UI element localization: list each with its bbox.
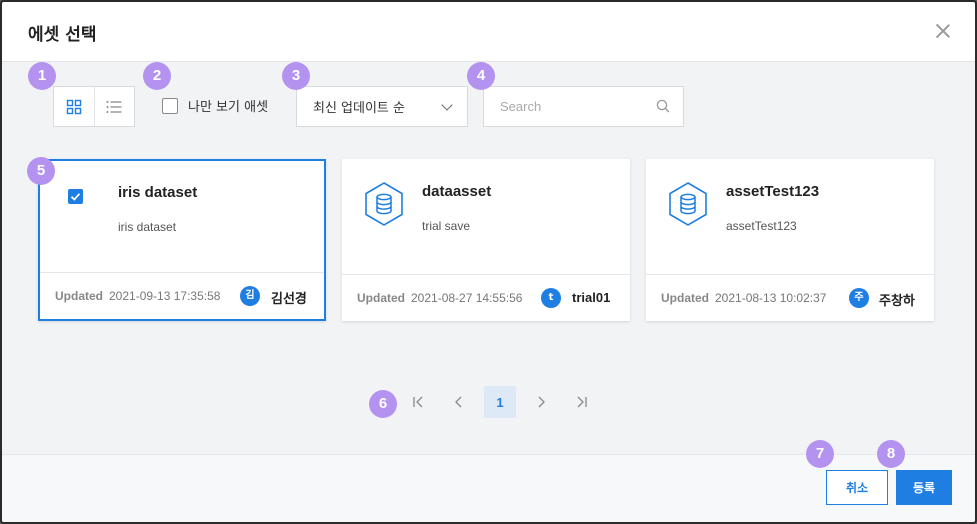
- page-number-button[interactable]: 1: [484, 386, 516, 418]
- updated-time: 2021-08-27 14:55:56: [411, 291, 523, 305]
- card-checkbox-checked[interactable]: [68, 189, 83, 204]
- card-title: iris dataset: [118, 184, 198, 201]
- avatar: t: [541, 288, 561, 308]
- card-footer: Updated 2021-08-27 14:55:56 t trial01: [342, 274, 630, 321]
- asset-select-dialog: 에셋 선택 1 2 3 4 5 6 7 8 나만 보기 애셋 최신 업데이트 순…: [0, 0, 977, 524]
- updated-label: Updated: [357, 291, 405, 305]
- annotation-badge-7: 7: [806, 440, 834, 468]
- dialog-title: 에셋 선택: [28, 25, 97, 45]
- updated-label: Updated: [55, 289, 103, 303]
- cancel-button[interactable]: 취소: [826, 470, 888, 505]
- annotation-badge-8: 8: [877, 440, 905, 468]
- sort-selected-value: 최신 업데이트 순: [313, 101, 405, 116]
- card-description: assetTest123: [726, 219, 797, 233]
- annotation-badge-1: 1: [28, 62, 56, 90]
- search-box: [483, 86, 684, 127]
- owner-name: 주창하: [879, 294, 915, 309]
- database-hex-icon: [365, 182, 403, 226]
- card-title: assetTest123: [726, 183, 820, 200]
- sort-select[interactable]: 최신 업데이트 순: [296, 86, 468, 127]
- asset-card[interactable]: dataasset trial save Updated 2021-08-27 …: [342, 159, 630, 321]
- annotation-badge-2: 2: [143, 62, 171, 90]
- database-hex-icon: [669, 182, 707, 226]
- annotation-badge-5: 5: [27, 157, 55, 185]
- updated-time: 2021-09-13 17:35:58: [109, 289, 221, 303]
- avatar: 김: [240, 286, 260, 306]
- card-description: trial save: [422, 219, 471, 233]
- close-icon[interactable]: [933, 21, 953, 41]
- card-footer: Updated 2021-08-13 10:02:37 주 주창하: [646, 274, 934, 321]
- list-icon: [106, 100, 122, 113]
- first-page-button[interactable]: [402, 386, 434, 418]
- card-title: dataasset: [422, 183, 492, 200]
- chevron-down-icon: [441, 99, 453, 111]
- dialog-header: 에셋 선택: [2, 2, 975, 62]
- chevron-right-icon: [538, 396, 545, 408]
- view-mode-toggle: [53, 86, 135, 127]
- annotation-badge-4: 4: [467, 62, 495, 90]
- avatar: 주: [849, 288, 869, 308]
- updated-time: 2021-08-13 10:02:37: [715, 291, 827, 305]
- chevron-left-icon: [455, 396, 462, 408]
- card-description: iris dataset: [118, 220, 177, 234]
- owner-name: 김선경: [271, 292, 307, 307]
- submit-button[interactable]: 등록: [896, 470, 952, 505]
- prev-page-button[interactable]: [443, 386, 475, 418]
- updated-label: Updated: [661, 291, 709, 305]
- card-footer: Updated 2021-09-13 17:35:58 김 김선경: [40, 272, 324, 319]
- check-icon: [70, 193, 81, 201]
- last-page-icon: [577, 396, 587, 408]
- asset-card[interactable]: assetTest123 assetTest123 Updated 2021-0…: [646, 159, 934, 321]
- first-page-icon: [413, 396, 423, 408]
- annotation-badge-3: 3: [282, 62, 310, 90]
- mine-only-checkbox[interactable]: [162, 97, 178, 114]
- pagination: 1: [402, 386, 607, 418]
- last-page-button[interactable]: [566, 386, 598, 418]
- owner-name: trial01: [572, 290, 611, 305]
- grid-icon: [66, 99, 82, 114]
- next-page-button[interactable]: [525, 386, 557, 418]
- search-input[interactable]: [484, 87, 644, 126]
- mine-only-filter[interactable]: 나만 보기 애셋: [162, 96, 268, 115]
- grid-view-button[interactable]: [54, 87, 94, 126]
- asset-card[interactable]: iris dataset iris dataset Updated 2021-0…: [38, 159, 326, 321]
- mine-only-label: 나만 보기 애셋: [188, 100, 269, 115]
- list-view-button[interactable]: [93, 87, 134, 126]
- search-icon[interactable]: [656, 99, 670, 113]
- annotation-badge-6: 6: [369, 390, 397, 418]
